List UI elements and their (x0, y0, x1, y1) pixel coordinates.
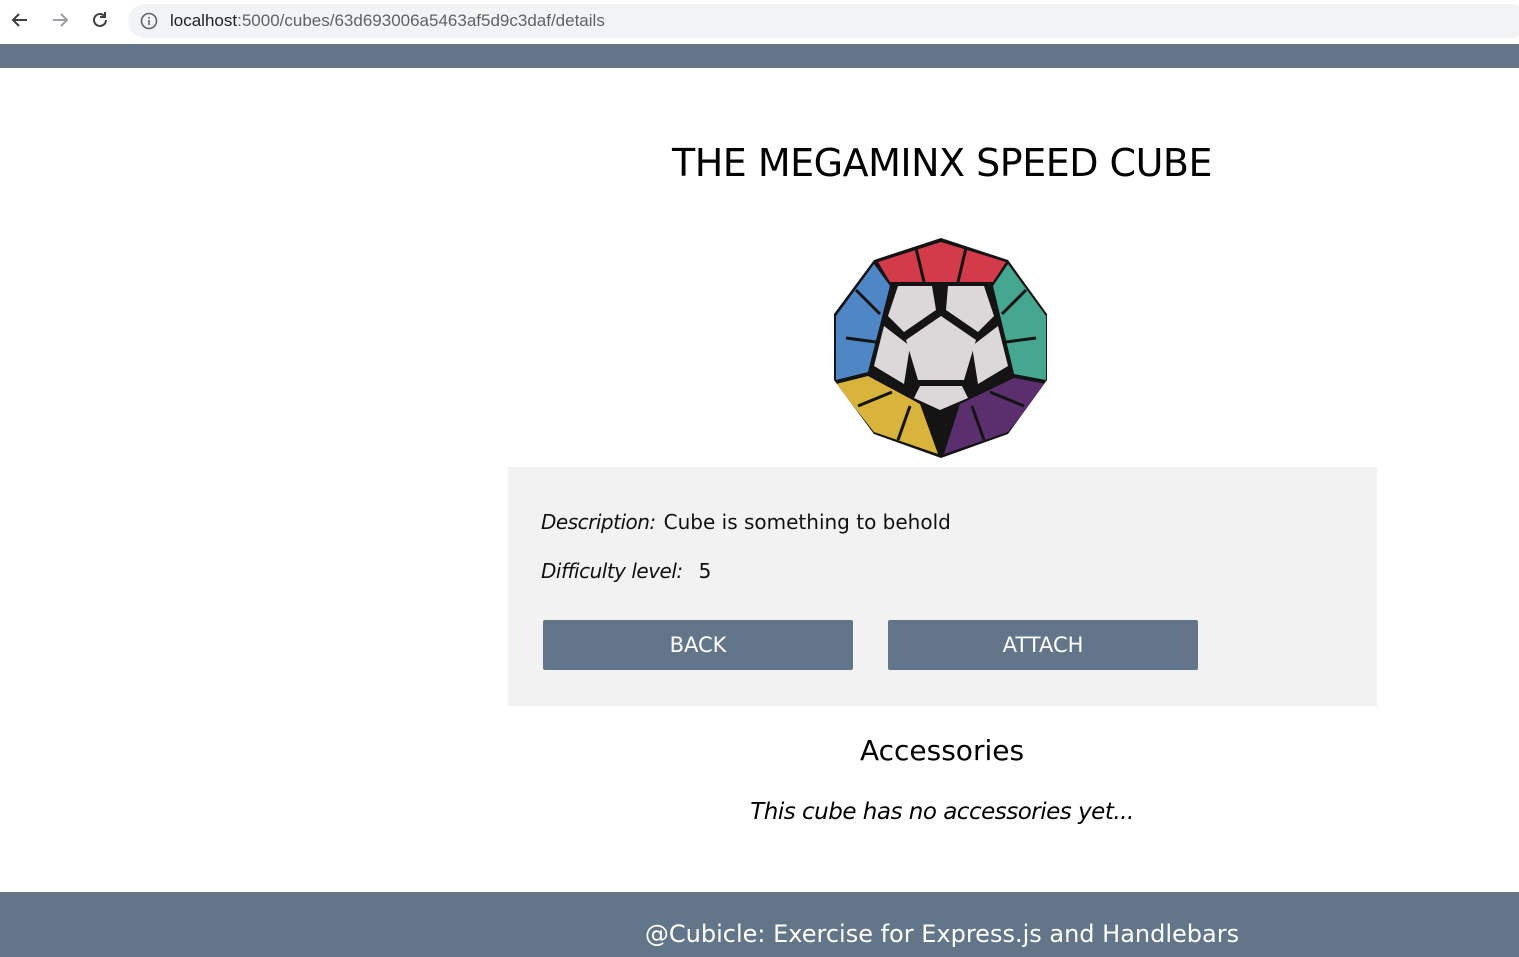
megaminx-cube-image (828, 234, 1054, 462)
page-title: THE MEGAMINX SPEED CUBE (672, 141, 1212, 185)
difficulty-value: 5 (698, 559, 712, 583)
back-button[interactable]: BACK (543, 620, 853, 670)
site-header (0, 44, 1519, 68)
attach-button[interactable]: ATTACH (888, 620, 1198, 670)
footer-text: @Cubicle: Exercise for Express.js and Ha… (644, 920, 1240, 948)
url-path: :5000/cubes/63d693006a5463af5d9c3daf/det… (237, 11, 605, 30)
back-arrow-icon[interactable] (8, 8, 32, 32)
accessories-heading: Accessories (859, 734, 1025, 767)
description-value: Cube is something to behold (663, 510, 951, 534)
difficulty-row: Difficulty level: 5 (541, 558, 711, 584)
cube-details-panel: Description: Cube is something to behold … (508, 467, 1377, 706)
accessories-empty-message: This cube has no accessories yet... (750, 799, 1134, 825)
reload-icon[interactable] (88, 8, 112, 32)
description-row: Description: Cube is something to behold (541, 509, 951, 535)
difficulty-label: Difficulty level: (541, 559, 683, 583)
description-label: Description: (541, 510, 656, 534)
url-host: localhost (170, 11, 238, 30)
browser-toolbar: localhost:5000/cubes/63d693006a5463af5d9… (0, 0, 1519, 44)
forward-arrow-icon[interactable] (48, 8, 72, 32)
site-footer: @Cubicle: Exercise for Express.js and Ha… (0, 892, 1519, 957)
info-icon[interactable] (140, 12, 158, 30)
url-text: localhost:5000/cubes/63d693006a5463af5d9… (170, 11, 605, 31)
address-bar[interactable]: localhost:5000/cubes/63d693006a5463af5d9… (128, 4, 1519, 38)
